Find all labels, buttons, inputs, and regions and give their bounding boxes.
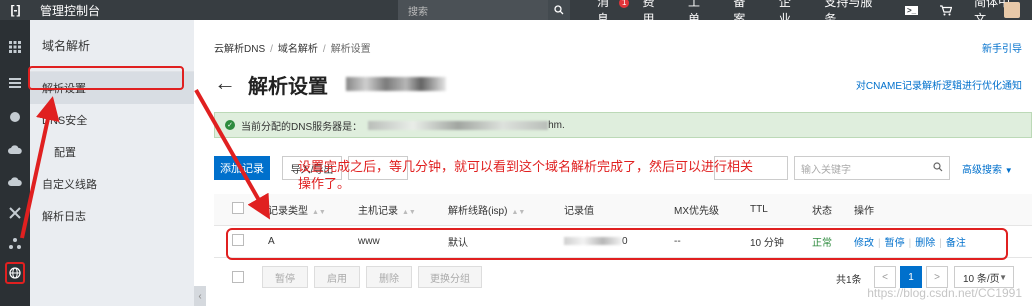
arrow-to-row <box>194 89 270 220</box>
annotation-text-line1: 设置完成之后，等几分钟，就可以看到这个域名解析完成了，然后可以进行相关 <box>298 159 754 174</box>
annotation-text: 设置完成之后，等几分钟，就可以看到这个域名解析完成了，然后可以进行相关 操作了。 <box>298 158 753 192</box>
annotation-text-line2: 操作了。 <box>298 176 351 191</box>
annotation-arrows <box>20 89 270 239</box>
watermark: https://blog.csdn.net/CC1991 <box>867 286 1022 300</box>
arrow-to-sidebar <box>20 96 60 239</box>
